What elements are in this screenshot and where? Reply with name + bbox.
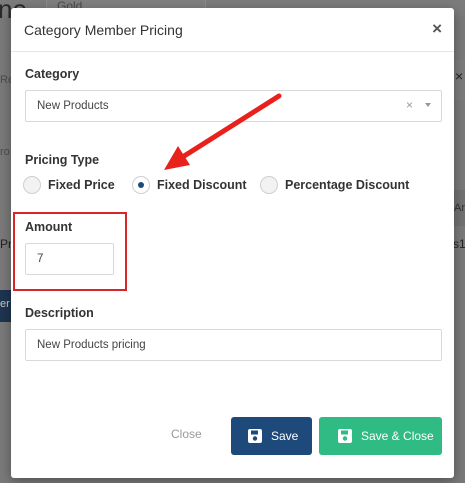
category-member-pricing-dialog: Category Member Pricing × Category New P… [11,8,454,478]
close-icon[interactable]: × [432,20,442,37]
save-button-label: Save [271,429,299,443]
category-select[interactable]: New Products × [25,90,442,122]
dialog-header: Category Member Pricing × [11,8,454,52]
description-label: Description [25,306,94,320]
amount-input[interactable]: 7 [25,243,114,275]
radio-circle-selected[interactable] [132,176,150,194]
radio-circle[interactable] [23,176,41,194]
close-button[interactable]: Close [171,427,202,441]
category-select-value: New Products [37,100,109,112]
radio-circle[interactable] [260,176,278,194]
chevron-down-icon[interactable] [425,103,431,107]
category-label: Category [25,67,80,81]
description-value: New Products pricing [37,339,146,351]
background-close-icon: × [455,68,464,84]
amount-label: Amount [25,220,73,234]
floppy-disk-icon [248,429,262,443]
dialog-title: Category Member Pricing [24,22,183,38]
amount-value: 7 [37,253,44,265]
save-and-close-button-label: Save & Close [361,429,434,443]
radio-label[interactable]: Fixed Price [48,178,115,192]
clear-icon[interactable]: × [406,98,413,112]
background-text-fragment: ro [0,146,10,158]
pricing-type-label: Pricing Type [25,153,100,167]
save-and-close-button[interactable]: Save & Close [319,417,442,455]
save-button[interactable]: Save [231,417,312,455]
background-row-fragment: s1 [453,237,465,251]
floppy-disk-icon [338,429,352,443]
radio-label[interactable]: Percentage Discount [285,178,409,192]
description-input[interactable]: New Products pricing [25,329,442,361]
background-header-fragment: Ar [454,202,465,214]
background-button-fragment: er [0,298,10,310]
radio-label[interactable]: Fixed Discount [157,178,247,192]
